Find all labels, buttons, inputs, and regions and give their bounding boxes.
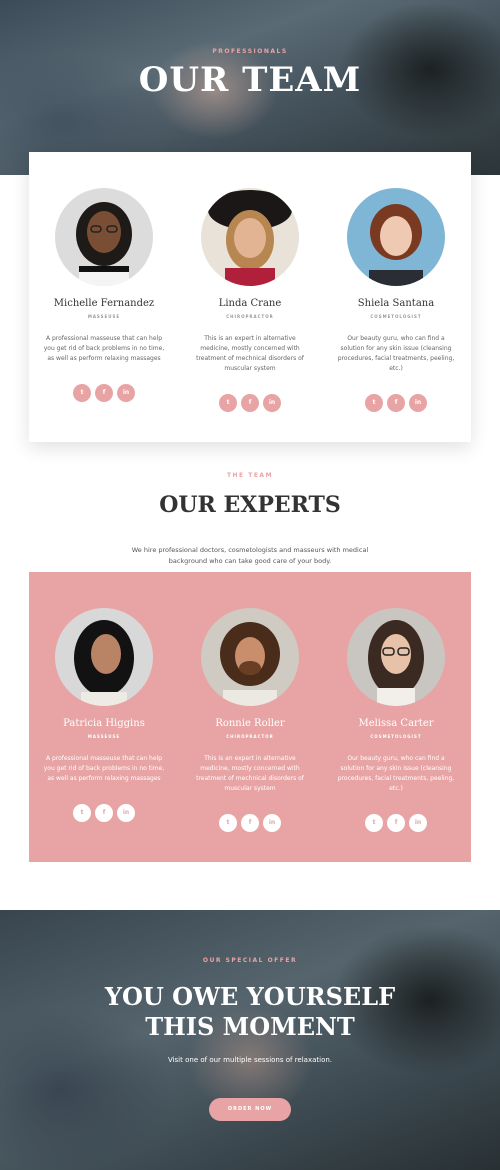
member-role: MASSEUSE: [87, 314, 121, 319]
member-name: Patricia Higgins: [63, 718, 145, 729]
avatar-photo: [347, 188, 445, 286]
twitter-icon[interactable]: t: [365, 394, 383, 412]
facebook-icon[interactable]: f: [95, 804, 113, 822]
hero-title: OUR TEAM: [138, 60, 362, 100]
twitter-icon[interactable]: t: [365, 814, 383, 832]
social-links: t f in: [185, 814, 315, 832]
avatar-photo: [55, 188, 153, 286]
experts-subtitle: We hire professional doctors, cosmetolog…: [131, 546, 369, 565]
member-role: MASSEUSE: [87, 734, 121, 739]
expert-member: Melissa Carter COSMETOLOGIST Our beauty …: [331, 608, 461, 832]
member-name: Melissa Carter: [358, 718, 434, 729]
team-member: Michelle Fernandez MASSEUSE A profession…: [39, 188, 169, 402]
facebook-icon[interactable]: f: [387, 814, 405, 832]
experts-title: OUR EXPERTS: [159, 492, 341, 518]
expert-member: Patricia Higgins MASSEUSE A professional…: [39, 608, 169, 822]
offer-text: Visit one of our multiple sessions of re…: [167, 1056, 333, 1064]
member-name: Linda Crane: [218, 298, 282, 309]
experts-eyebrow: THE TEAM: [226, 472, 274, 479]
linkedin-icon[interactable]: in: [117, 384, 135, 402]
linkedin-icon[interactable]: in: [409, 394, 427, 412]
member-role: CHIROPRACTOR: [226, 314, 274, 319]
experts-card: Patricia Higgins MASSEUSE A professional…: [29, 572, 471, 862]
member-role: COSMETOLOGIST: [370, 734, 422, 739]
social-links: t f in: [331, 814, 461, 832]
facebook-icon[interactable]: f: [387, 394, 405, 412]
offer-title-line: THIS MOMENT: [145, 1012, 355, 1041]
avatar-photo: [201, 608, 299, 706]
twitter-icon[interactable]: t: [219, 814, 237, 832]
member-description: A professional masseuse that can help yo…: [43, 755, 165, 782]
offer-eyebrow: OUR SPECIAL OFFER: [202, 957, 298, 964]
team-member: Linda Crane CHIROPRACTOR This is an expe…: [185, 188, 315, 412]
hero-banner: PROFESSIONALS OUR TEAM: [0, 0, 500, 175]
twitter-icon[interactable]: t: [73, 384, 91, 402]
linkedin-icon[interactable]: in: [409, 814, 427, 832]
facebook-icon[interactable]: f: [241, 814, 259, 832]
member-name: Ronnie Roller: [215, 718, 285, 729]
member-description: This is an expert in alternative medicin…: [196, 755, 304, 792]
avatar-photo: [55, 608, 153, 706]
order-now-button[interactable]: ORDER NOW: [209, 1098, 291, 1121]
avatar-photo: [201, 188, 299, 286]
twitter-icon[interactable]: t: [219, 394, 237, 412]
member-description: Our beauty guru, who can find a solution…: [337, 755, 455, 792]
linkedin-icon[interactable]: in: [263, 814, 281, 832]
hero-eyebrow: PROFESSIONALS: [212, 48, 288, 55]
social-links: t f in: [331, 394, 461, 412]
avatar-photo: [347, 608, 445, 706]
special-offer-banner: OUR SPECIAL OFFER YOU OWE YOURSELF THIS …: [0, 910, 500, 1170]
social-links: t f in: [185, 394, 315, 412]
offer-title: YOU OWE YOURSELF THIS MOMENT: [0, 982, 500, 1042]
member-description: This is an expert in alternative medicin…: [196, 335, 304, 372]
offer-title-line: YOU OWE YOURSELF: [104, 982, 396, 1011]
linkedin-icon[interactable]: in: [117, 804, 135, 822]
facebook-icon[interactable]: f: [95, 384, 113, 402]
member-description: Our beauty guru, who can find a solution…: [337, 335, 455, 372]
member-name: Shiela Santana: [357, 298, 435, 309]
twitter-icon[interactable]: t: [73, 804, 91, 822]
member-role: CHIROPRACTOR: [226, 734, 274, 739]
expert-member: Ronnie Roller CHIROPRACTOR This is an ex…: [185, 608, 315, 832]
member-description: A professional masseuse that can help yo…: [43, 335, 165, 362]
facebook-icon[interactable]: f: [241, 394, 259, 412]
team-member: Shiela Santana COSMETOLOGIST Our beauty …: [331, 188, 461, 412]
member-name: Michelle Fernandez: [53, 298, 155, 309]
member-role: COSMETOLOGIST: [370, 314, 422, 319]
social-links: t f in: [39, 384, 169, 402]
team-card: Michelle Fernandez MASSEUSE A profession…: [29, 152, 471, 442]
social-links: t f in: [39, 804, 169, 822]
linkedin-icon[interactable]: in: [263, 394, 281, 412]
